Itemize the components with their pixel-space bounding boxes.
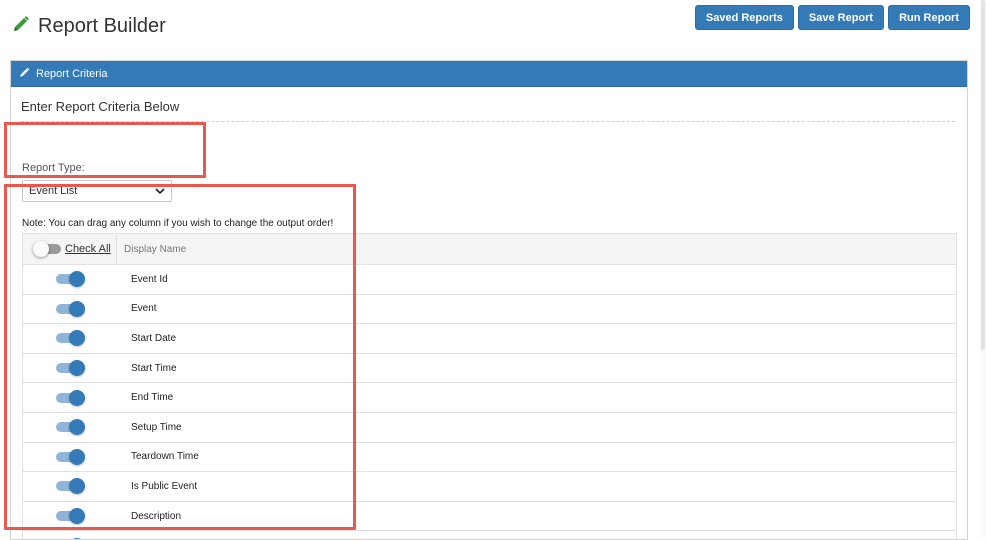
row-toggle-cell — [23, 502, 117, 531]
row-toggle-cell — [23, 531, 117, 539]
drag-note: Note: You can drag any column if you wis… — [22, 218, 334, 229]
display-name-header[interactable]: Display Name — [117, 244, 186, 255]
table-row[interactable]: End Time — [23, 383, 956, 413]
column-include-toggle[interactable] — [56, 508, 85, 525]
row-toggle-cell — [23, 443, 117, 472]
criteria-subheading: Enter Report Criteria Below — [21, 99, 955, 122]
row-toggle-cell — [23, 295, 117, 324]
column-display-name: Start Time — [131, 362, 177, 374]
report-type-label: Report Type: — [22, 162, 85, 174]
saved-reports-button[interactable]: Saved Reports — [694, 5, 794, 30]
table-row[interactable]: Setup Time — [23, 413, 956, 443]
chevron-down-icon — [155, 185, 165, 197]
check-all-toggle[interactable] — [33, 241, 61, 257]
column-include-toggle[interactable] — [56, 448, 85, 465]
pencil-icon — [19, 67, 30, 81]
column-display-name: Description — [131, 510, 182, 522]
report-type-value: Event List — [29, 185, 78, 197]
row-toggle-cell — [23, 413, 117, 442]
panel-heading: Report Criteria — [11, 61, 967, 87]
panel-heading-text: Report Criteria — [36, 67, 108, 80]
save-report-button[interactable]: Save Report — [797, 5, 885, 30]
table-row[interactable]: Event — [23, 295, 956, 325]
table-row[interactable]: Teardown Time — [23, 443, 956, 473]
pencil-icon — [12, 15, 30, 38]
column-include-toggle[interactable] — [56, 360, 85, 377]
row-toggle-cell — [23, 383, 117, 412]
run-report-button[interactable]: Run Report — [888, 5, 970, 30]
table-row[interactable]: Event Id — [23, 265, 956, 295]
row-toggle-cell — [23, 265, 117, 294]
column-display-name: Event Id — [131, 273, 168, 285]
check-all-link[interactable]: Check All — [65, 243, 111, 255]
page-scrollbar[interactable] — [980, 0, 986, 537]
row-toggle-cell — [23, 354, 117, 383]
table-row[interactable]: Description — [23, 502, 956, 532]
column-display-name: Setup Time — [131, 421, 182, 433]
page-title: Report Builder — [12, 12, 166, 40]
column-include-toggle[interactable] — [56, 478, 85, 495]
table-row[interactable]: Start Date — [23, 324, 956, 354]
column-display-name: Event — [131, 303, 157, 315]
header-toggle-cell: Check All — [23, 234, 117, 264]
column-include-toggle[interactable] — [56, 389, 85, 406]
column-display-name: Start Date — [131, 332, 177, 344]
page-title-text: Report Builder — [38, 14, 166, 37]
row-toggle-cell — [23, 472, 117, 501]
report-type-select[interactable]: Event List — [22, 180, 172, 202]
columns-grid: Check All Display Name Event Id Event Star… — [22, 233, 957, 539]
table-row[interactable]: Status — [23, 531, 956, 539]
column-include-toggle[interactable] — [56, 419, 85, 436]
report-criteria-panel: Report Criteria Enter Report Criteria Be… — [10, 60, 968, 540]
column-display-name: Teardown Time — [131, 451, 199, 463]
toolbar: Saved Reports Save Report Run Report — [694, 5, 970, 30]
column-include-toggle[interactable] — [56, 271, 85, 288]
column-display-name: End Time — [131, 392, 174, 404]
row-toggle-cell — [23, 324, 117, 353]
table-row[interactable]: Start Time — [23, 354, 956, 384]
column-display-name: Is Public Event — [131, 480, 198, 492]
column-include-toggle[interactable] — [56, 300, 85, 317]
column-include-toggle[interactable] — [56, 330, 85, 347]
grid-header: Check All Display Name — [23, 234, 956, 265]
table-row[interactable]: Is Public Event — [23, 472, 956, 502]
